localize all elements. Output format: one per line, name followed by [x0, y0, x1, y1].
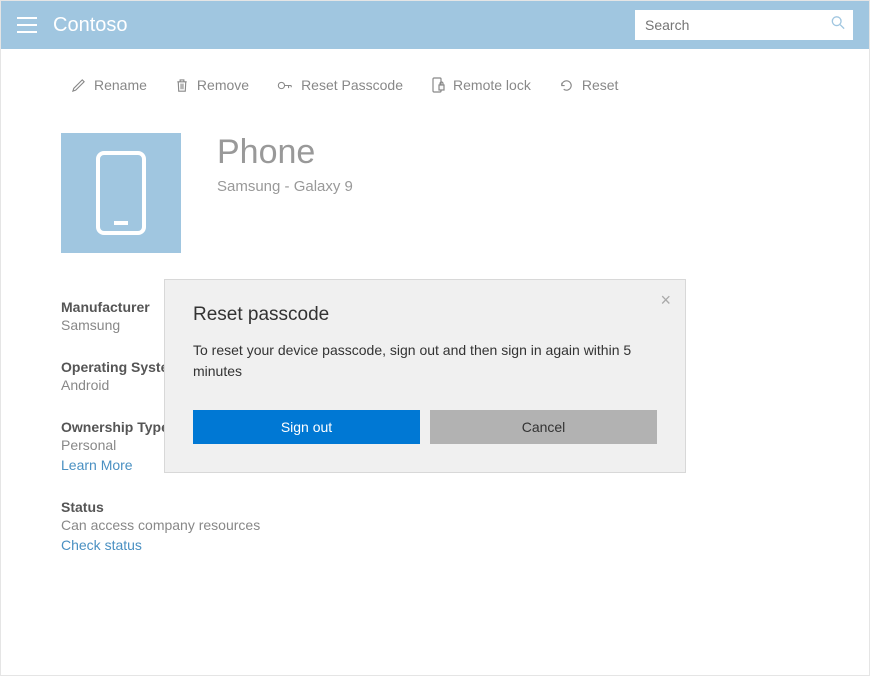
action-toolbar: Rename Remove Reset Passcode Remote lock… — [1, 49, 869, 103]
reset-label: Reset — [582, 77, 619, 93]
key-icon — [277, 78, 293, 93]
reset-passcode-dialog: × Reset passcode To reset your device pa… — [164, 279, 686, 473]
status-value: Can access company resources — [61, 517, 809, 533]
app-header: Contoso — [1, 1, 869, 49]
lock-device-icon — [431, 77, 445, 93]
device-header: Phone Samsung - Galaxy 9 — [61, 133, 809, 253]
search-input[interactable] — [635, 10, 853, 40]
remove-label: Remove — [197, 77, 249, 93]
rename-button[interactable]: Rename — [71, 77, 147, 93]
reset-passcode-label: Reset Passcode — [301, 77, 403, 93]
device-subtitle: Samsung - Galaxy 9 — [217, 178, 353, 195]
signout-button[interactable]: Sign out — [193, 410, 420, 444]
remove-button[interactable]: Remove — [175, 77, 249, 93]
dialog-body: To reset your device passcode, sign out … — [193, 340, 657, 382]
reset-icon — [559, 78, 574, 93]
detail-status: Status Can access company resources Chec… — [61, 499, 809, 553]
brand-name: Contoso — [53, 14, 128, 37]
cancel-button[interactable]: Cancel — [430, 410, 657, 444]
device-title: Phone — [217, 133, 353, 172]
learn-more-link[interactable]: Learn More — [61, 457, 133, 473]
check-status-link[interactable]: Check status — [61, 537, 142, 553]
dialog-title: Reset passcode — [193, 304, 657, 326]
rename-label: Rename — [94, 77, 147, 93]
remote-lock-button[interactable]: Remote lock — [431, 77, 531, 93]
device-info: Phone Samsung - Galaxy 9 — [217, 133, 353, 195]
status-label: Status — [61, 499, 809, 515]
pencil-icon — [71, 78, 86, 93]
menu-icon[interactable] — [17, 17, 37, 33]
search-icon[interactable] — [831, 16, 845, 35]
phone-icon — [96, 151, 146, 235]
search-wrap — [635, 10, 853, 40]
trash-icon — [175, 78, 189, 93]
close-icon[interactable]: × — [660, 290, 671, 311]
main-content: Phone Samsung - Galaxy 9 Manufacturer Sa… — [1, 103, 869, 553]
remote-lock-label: Remote lock — [453, 77, 531, 93]
reset-button[interactable]: Reset — [559, 77, 619, 93]
dialog-buttons: Sign out Cancel — [193, 410, 657, 444]
reset-passcode-button[interactable]: Reset Passcode — [277, 77, 403, 93]
device-tile — [61, 133, 181, 253]
